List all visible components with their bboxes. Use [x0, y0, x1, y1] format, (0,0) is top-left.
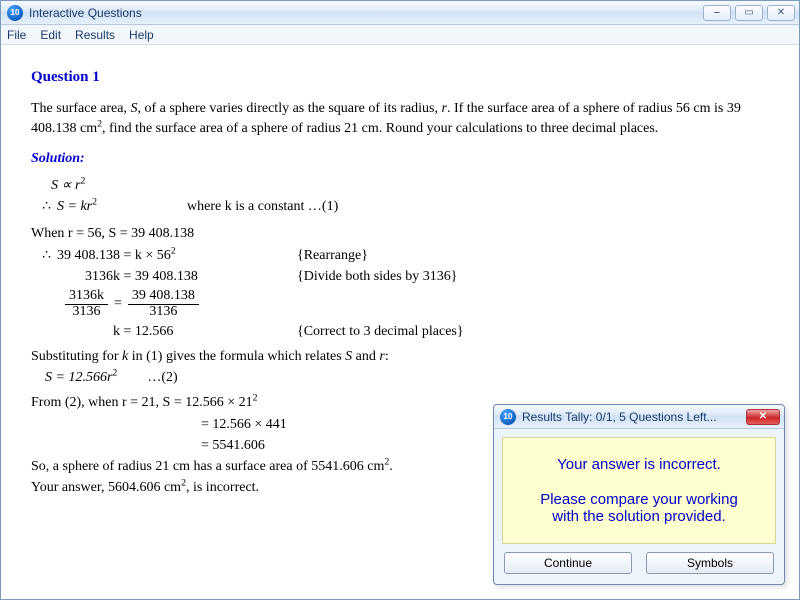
titlebar: 10 Interactive Questions ⎯ ▭ ✕: [1, 1, 799, 25]
dialog-close-button[interactable]: ✕: [746, 409, 780, 425]
fraction-right: 39 408.138 3136: [128, 289, 199, 319]
prompt-text: The surface area,: [31, 101, 130, 116]
fraction-left: 3136k 3136: [65, 289, 108, 319]
sup: 2: [80, 175, 85, 186]
menubar: File Edit Results Help: [1, 25, 799, 45]
therefore-symbol: ∴: [31, 246, 51, 266]
text: Substituting for: [31, 349, 122, 364]
feedback-line1: Your answer is incorrect.: [511, 456, 767, 473]
results-tally-dialog: 10 Results Tally: 0/1, 5 Questions Left.…: [493, 404, 785, 585]
equals: =: [108, 294, 128, 314]
solution-label: Solution:: [31, 149, 769, 169]
sup: 2: [171, 245, 176, 256]
therefore-symbol: ∴: [31, 197, 51, 217]
math: = 5541.606: [201, 436, 265, 456]
menu-file[interactable]: File: [7, 28, 26, 42]
substitution-text: Substituting for k in (1) gives the form…: [31, 347, 769, 367]
feedback-line2a: Please compare your working: [511, 491, 767, 508]
annotation: {Correct to 3 decimal places}: [277, 322, 464, 342]
dialog-buttons: Continue Symbols: [494, 552, 784, 584]
math: 39 408.138 = k × 56: [57, 248, 171, 263]
dialog-icon: 10: [500, 409, 516, 425]
feedback-line2b: with the solution provided.: [511, 508, 767, 525]
menu-help[interactable]: Help: [129, 28, 154, 42]
continue-button[interactable]: Continue: [504, 552, 632, 574]
annotation: where k is a constant …(1): [167, 197, 338, 217]
text: :: [385, 349, 389, 364]
math: S = kr: [57, 199, 92, 214]
app-icon: 10: [7, 5, 23, 21]
denominator: 3136: [145, 305, 181, 320]
menu-results[interactable]: Results: [75, 28, 115, 42]
text: Your answer, 5604.606 cm: [31, 480, 181, 495]
close-button[interactable]: ✕: [767, 5, 795, 21]
sup: 2: [92, 196, 97, 207]
maximize-button[interactable]: ▭: [735, 5, 763, 21]
math: S = 12.566r: [45, 370, 112, 385]
question-title: Question 1: [31, 67, 769, 89]
math: = 12.566 × 441: [201, 415, 287, 435]
denominator: 3136: [69, 305, 105, 320]
text: .: [389, 459, 393, 474]
when-text: When r = 56, S = 39 408.138: [31, 224, 769, 244]
main-window: 10 Interactive Questions ⎯ ▭ ✕ File Edit…: [0, 0, 800, 600]
sup: 2: [253, 393, 258, 404]
text: , is incorrect.: [186, 480, 259, 495]
annotation: {Divide both sides by 3136}: [277, 267, 457, 287]
math: 3136k = 39 408.138: [85, 267, 277, 287]
minimize-button[interactable]: ⎯: [703, 5, 731, 21]
dialog-titlebar: 10 Results Tally: 0/1, 5 Questions Left.…: [494, 405, 784, 429]
window-controls: ⎯ ▭ ✕: [703, 5, 795, 21]
annotation: {Rearrange}: [277, 246, 368, 266]
text: So, a sphere of radius 21 cm has a surfa…: [31, 459, 384, 474]
question-prompt: The surface area, S, of a sphere varies …: [31, 99, 769, 140]
prompt-text: , find the surface area of a sphere of r…: [102, 121, 658, 136]
menu-edit[interactable]: Edit: [40, 28, 61, 42]
dialog-title: Results Tally: 0/1, 5 Questions Left...: [522, 410, 717, 424]
sup: 2: [112, 367, 117, 378]
annotation: …(2): [147, 368, 177, 388]
prompt-text: , of a sphere varies directly as the squ…: [137, 101, 441, 116]
numerator: 3136k: [65, 289, 108, 305]
text: and: [352, 349, 379, 364]
text: From (2), when r = 21, S = 12.566 × 21: [31, 395, 253, 410]
symbols-button[interactable]: Symbols: [646, 552, 774, 574]
window-title: Interactive Questions: [29, 6, 142, 20]
numerator: 39 408.138: [128, 289, 199, 305]
math: k = 12.566: [113, 322, 277, 342]
dialog-body: Your answer is incorrect. Please compare…: [502, 437, 776, 544]
math: S ∝ r: [51, 178, 80, 193]
text: in (1) gives the formula which relates: [128, 349, 345, 364]
